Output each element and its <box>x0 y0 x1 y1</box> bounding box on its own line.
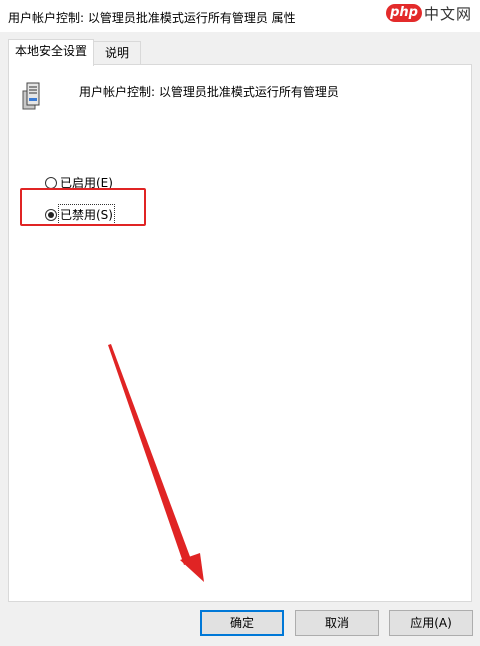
enabled-option[interactable]: 已启用(E) <box>45 174 113 191</box>
title-bar: 用户帐户控制: 以管理员批准模式运行所有管理员 属性 php 中文网 <box>0 0 480 32</box>
tab-local-security-setting[interactable]: 本地安全设置 <box>8 39 94 66</box>
disabled-radio[interactable] <box>45 208 57 221</box>
server-policy-icon <box>22 82 40 110</box>
watermark-text: 中文网 <box>423 4 472 23</box>
disabled-option[interactable]: 已禁用(S) <box>45 204 115 225</box>
apply-button[interactable]: 应用(A) <box>389 610 473 636</box>
watermark: php 中文网 <box>386 2 472 24</box>
cancel-button[interactable]: 取消 <box>295 610 379 636</box>
window-title: 用户帐户控制: 以管理员批准模式运行所有管理员 属性 <box>8 11 296 25</box>
ok-button[interactable]: 确定 <box>200 610 284 636</box>
watermark-logo: php <box>386 4 422 22</box>
enabled-label[interactable]: 已启用(E) <box>60 174 113 191</box>
settings-panel: 用户帐户控制: 以管理员批准模式运行所有管理员 已启用(E) 已禁用(S) <box>8 64 472 602</box>
tab-explain[interactable]: 说明 <box>93 41 141 65</box>
policy-name: 用户帐户控制: 以管理员批准模式运行所有管理员 <box>79 85 339 99</box>
disabled-label[interactable]: 已禁用(S) <box>58 204 115 225</box>
enabled-radio[interactable] <box>45 176 57 189</box>
